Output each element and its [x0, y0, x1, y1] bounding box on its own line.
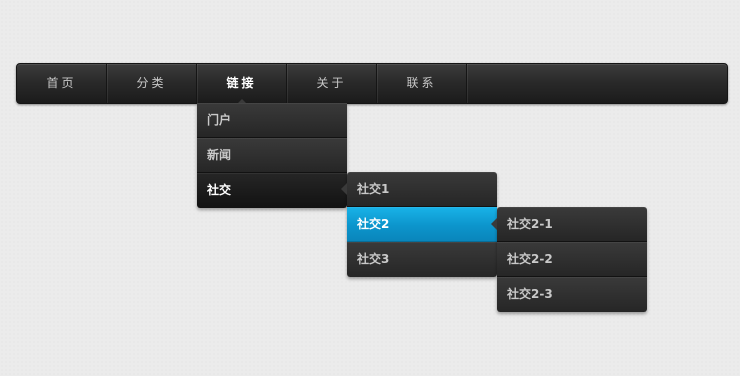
dropdown-menu-links: 门户 新闻 社交: [197, 103, 347, 208]
nav-item-category[interactable]: 分类: [107, 64, 197, 103]
nav-item-links-label: 链接: [226, 76, 257, 90]
menu-item-social-1-label: 社交1: [357, 182, 390, 196]
arrow-left-icon: [341, 183, 347, 195]
nav-item-links[interactable]: 链接: [197, 64, 287, 104]
nav-item-contact[interactable]: 联系: [377, 64, 467, 103]
menu-item-portal[interactable]: 门户: [197, 103, 347, 138]
menu-item-news[interactable]: 新闻: [197, 138, 347, 173]
menu-item-social-3[interactable]: 社交3: [347, 242, 497, 277]
menu-item-social[interactable]: 社交: [197, 173, 347, 208]
submenu-social: 社交1 社交2 社交3: [341, 172, 497, 277]
arrow-left-icon: [491, 218, 497, 230]
menu-item-social-2-1[interactable]: 社交2-1: [491, 207, 647, 242]
menu-item-social-2-1-label: 社交2-1: [507, 217, 553, 231]
nav-item-about[interactable]: 关于: [287, 64, 377, 103]
menu-item-social-2-2[interactable]: 社交2-2: [497, 242, 647, 277]
nav-item-home[interactable]: 首页: [17, 64, 107, 103]
main-nav-bar: 首页 分类 链接 关于 联系: [16, 63, 728, 104]
menu-item-social-1[interactable]: 社交1: [341, 172, 497, 207]
submenu-social-2: 社交2-1 社交2-2 社交2-3: [491, 207, 647, 312]
menu-item-social-2[interactable]: 社交2: [347, 207, 497, 242]
menu-item-social-2-3[interactable]: 社交2-3: [497, 277, 647, 312]
